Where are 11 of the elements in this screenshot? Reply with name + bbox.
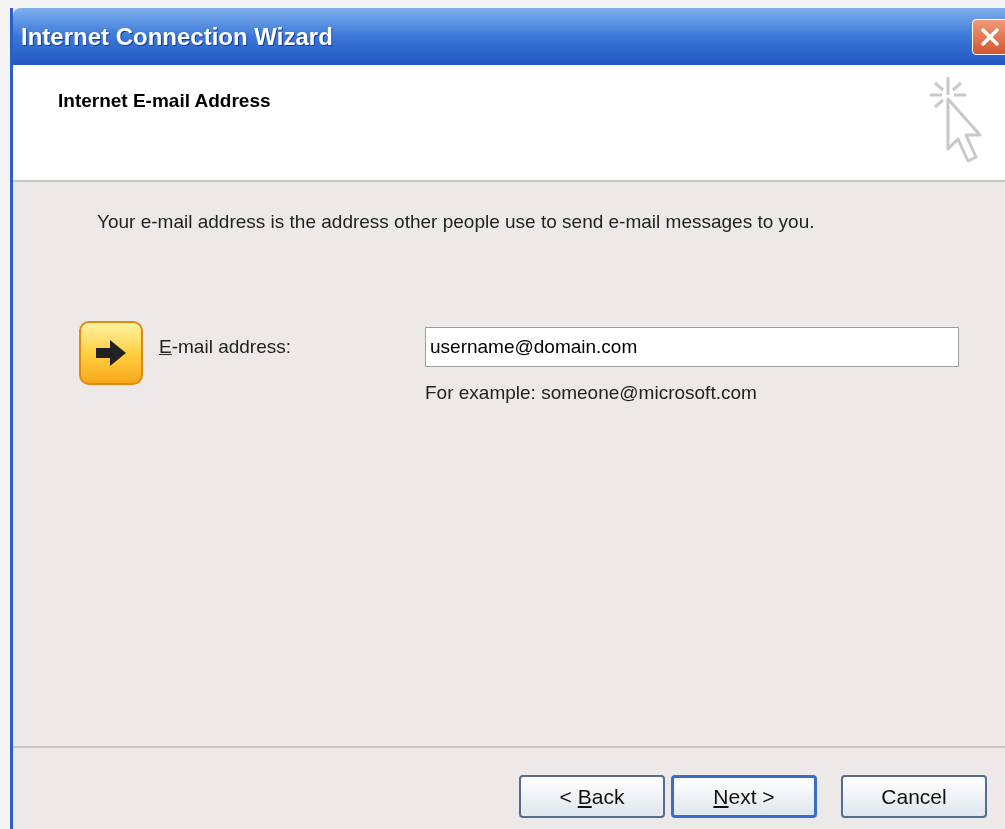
back-button[interactable]: < Back bbox=[519, 775, 665, 818]
email-label: E-mail address: bbox=[159, 334, 292, 359]
next-button[interactable]: Next > bbox=[671, 775, 817, 818]
cancel-button[interactable]: Cancel bbox=[841, 775, 987, 818]
page-heading: Internet E-mail Address bbox=[58, 89, 271, 113]
email-field[interactable]: username@domain.com bbox=[425, 326, 959, 367]
email-hint: For example: someone@microsoft.com bbox=[425, 380, 758, 405]
window-title: Internet Connection Wizard bbox=[21, 21, 333, 52]
intro-text: Your e-mail address is the address other people use to send e-mail messages to you. bbox=[96, 210, 816, 234]
close-icon bbox=[980, 26, 1000, 47]
close-button[interactable] bbox=[972, 18, 1005, 55]
